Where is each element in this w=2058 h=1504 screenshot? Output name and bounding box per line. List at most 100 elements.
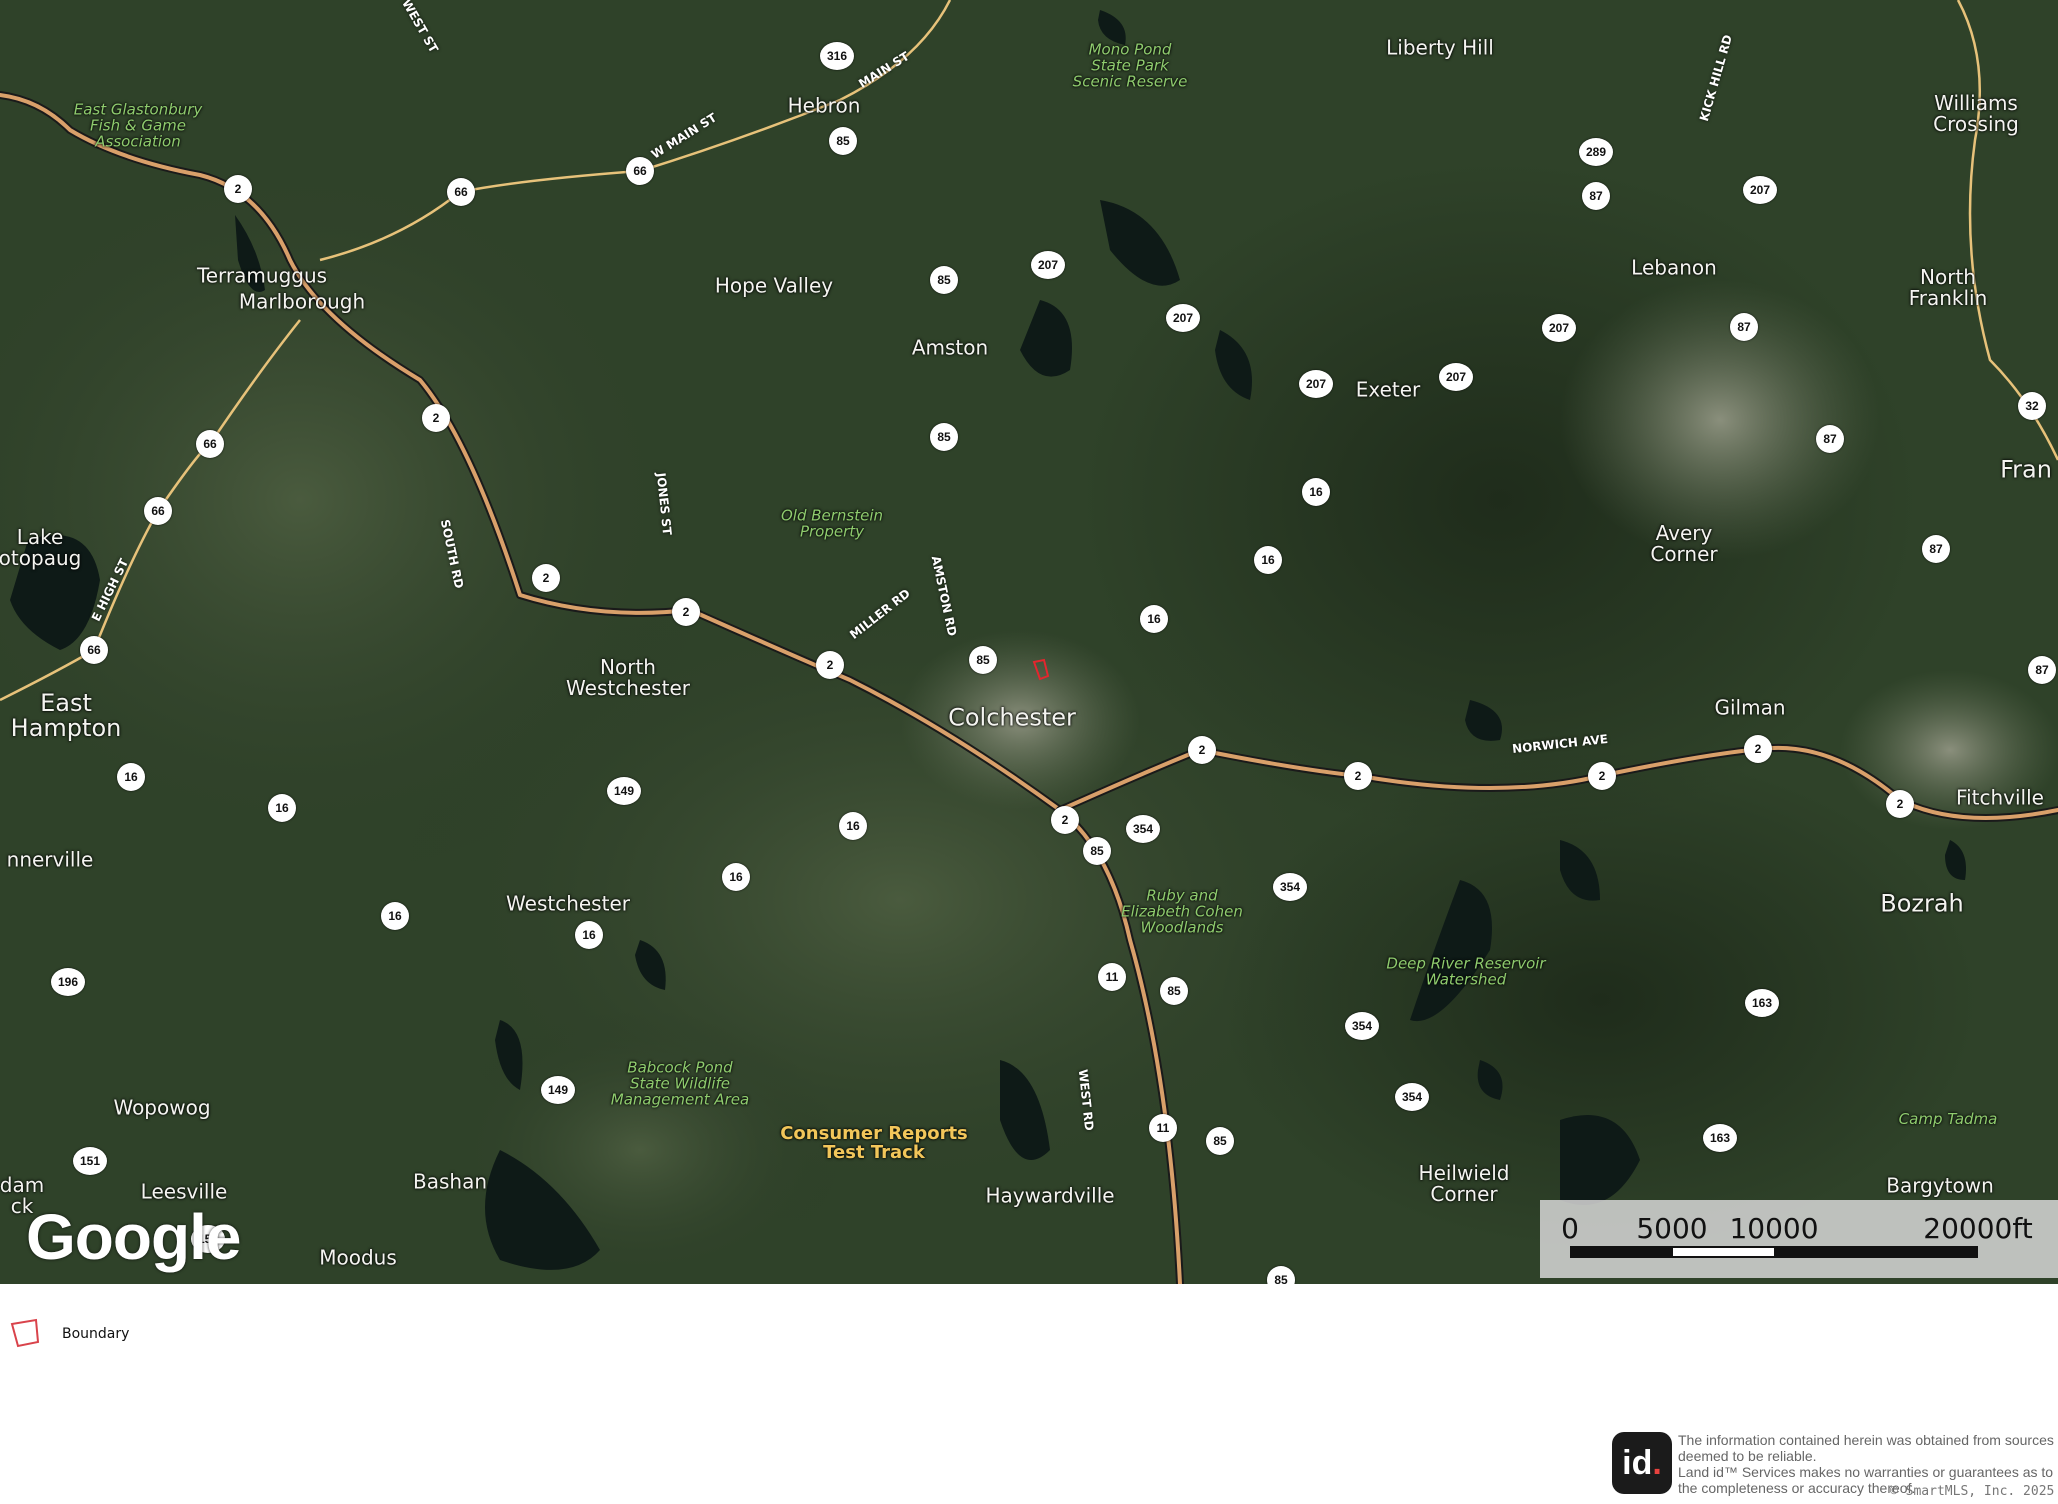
route-shield: 87: [1730, 313, 1758, 341]
route-shield: 32: [2018, 392, 2046, 420]
route-shield: 85: [1160, 977, 1188, 1005]
google-logo: Google: [26, 1201, 241, 1273]
route-shield: 163: [1703, 1124, 1737, 1152]
place-label: Ruby and Elizabeth Cohen Woodlands: [1121, 886, 1243, 936]
route-shield: 149: [607, 777, 641, 805]
route-shield: 196: [51, 968, 85, 996]
place-label: nnerville: [6, 847, 94, 872]
route-shield: 85: [969, 646, 997, 674]
route-shield: 207: [1439, 363, 1473, 391]
place-label: East Glastonbury Fish & Game Association: [73, 100, 203, 150]
place-label: Amston: [911, 335, 989, 360]
route-shield: 87: [1816, 425, 1844, 453]
boundary-icon: [10, 1318, 40, 1348]
route-shield: 207: [1299, 370, 1333, 398]
route-shield: 2: [1744, 735, 1772, 763]
route-shield: 16: [381, 902, 409, 930]
route-shield: 11: [1098, 963, 1126, 991]
route-shield: 354: [1273, 873, 1307, 901]
scale-label: 5000: [1636, 1212, 1708, 1245]
place-label: Bashan: [412, 1169, 488, 1194]
route-shield: 207: [1743, 176, 1777, 204]
route-shield: 149: [541, 1076, 575, 1104]
route-shield: 2: [1188, 736, 1216, 764]
route-shield: 16: [117, 763, 145, 791]
route-shield: 2: [1886, 790, 1914, 818]
place-label: Colchester: [948, 703, 1076, 732]
place-label: Liberty Hill: [1386, 35, 1494, 60]
route-shield: 16: [1254, 546, 1282, 574]
place-label: Marlborough: [238, 289, 366, 314]
place-label: Camp Tadma: [1898, 1110, 1998, 1129]
place-label: Old Bernstein Property: [780, 506, 884, 540]
place-label: Lake otopaug: [0, 525, 82, 570]
route-shield: 85: [1083, 837, 1111, 865]
route-shield: 2: [1051, 806, 1079, 834]
place-label: Moodus: [319, 1245, 397, 1270]
scale-label: 20000ft: [1923, 1212, 2033, 1245]
route-shield: 85: [829, 127, 857, 155]
route-shield: 207: [1166, 304, 1200, 332]
route-shield: 87: [2028, 656, 2056, 684]
scale-bar-graphic: [1570, 1246, 1978, 1258]
land-id-logo: id.: [1612, 1432, 1672, 1494]
scale-labels: 0 5000 10000 20000ft: [1540, 1212, 2058, 1245]
route-shield: 16: [1302, 478, 1330, 506]
route-shield: 316: [820, 42, 854, 70]
map-legend: Boundary: [10, 1318, 129, 1350]
place-label: Exeter: [1355, 377, 1421, 402]
route-shield: 2: [224, 175, 252, 203]
logo-text: id: [1622, 1443, 1653, 1482]
route-shield: 85: [930, 266, 958, 294]
place-label: Hope Valley: [714, 273, 834, 298]
route-shield: 2: [532, 564, 560, 592]
route-shield: 87: [1582, 182, 1610, 210]
place-label: Bozrah: [1880, 889, 1964, 918]
route-shield: 2: [672, 598, 700, 626]
route-shield: 16: [268, 794, 296, 822]
place-label: Fran: [2000, 455, 2052, 484]
route-shield: 163: [1745, 989, 1779, 1017]
place-label: Wopowog: [113, 1095, 211, 1120]
route-shield: 354: [1126, 815, 1160, 843]
route-shield: 66: [144, 497, 172, 525]
route-shield: 11: [1149, 1114, 1177, 1142]
route-shield: 207: [1542, 314, 1576, 342]
route-shield: 2: [422, 404, 450, 432]
route-shield: 16: [1140, 605, 1168, 633]
scale-label: 10000: [1729, 1212, 1819, 1245]
logo-dot: .: [1652, 1443, 1662, 1482]
route-shield: 16: [839, 812, 867, 840]
route-shield: 66: [196, 430, 224, 458]
route-shield: 85: [930, 423, 958, 451]
place-label: Heilwield Corner: [1418, 1161, 1510, 1206]
satellite-map[interactable]: Liberty Hill Hebron Williams Crossing Terra…: [0, 0, 2058, 1284]
scale-label: 0: [1561, 1212, 1579, 1245]
place-label: Bargytown: [1886, 1173, 1994, 1198]
place-label: Fitchville: [1956, 785, 2044, 810]
legend-boundary-label: Boundary: [62, 1326, 130, 1342]
route-shield: 207: [1031, 251, 1065, 279]
route-shield: 16: [722, 863, 750, 891]
place-label: Babcock Pond State Wildlife Management A…: [610, 1058, 750, 1108]
route-shield: 354: [1395, 1083, 1429, 1111]
place-label: Hebron: [787, 93, 861, 118]
place-label: Consumer Reports Test Track: [780, 1123, 968, 1163]
place-label: Haywardville: [985, 1183, 1115, 1208]
place-label: North Franklin: [1908, 265, 1988, 310]
route-shield: 66: [447, 178, 475, 206]
route-shield: 151: [73, 1147, 107, 1175]
route-shield: 66: [80, 636, 108, 664]
route-shield: 2: [1588, 762, 1616, 790]
place-label: North Westchester: [566, 655, 690, 700]
route-shield: 289: [1579, 138, 1613, 166]
place-label: Mono Pond State Park Scenic Reserve: [1072, 40, 1188, 90]
place-label: Deep River Reservoir Watershed: [1386, 954, 1546, 988]
scale-bar: 0 5000 10000 20000ft: [1540, 1200, 2058, 1278]
place-label: Williams Crossing: [1933, 91, 2019, 136]
place-label: Gilman: [1714, 695, 1786, 720]
route-shield: 85: [1206, 1127, 1234, 1155]
copyright-text: © SmartMLS, Inc. 2025: [1890, 1484, 2055, 1499]
place-label: East Hampton: [10, 688, 122, 742]
place-label: Terramuggus: [196, 263, 328, 288]
